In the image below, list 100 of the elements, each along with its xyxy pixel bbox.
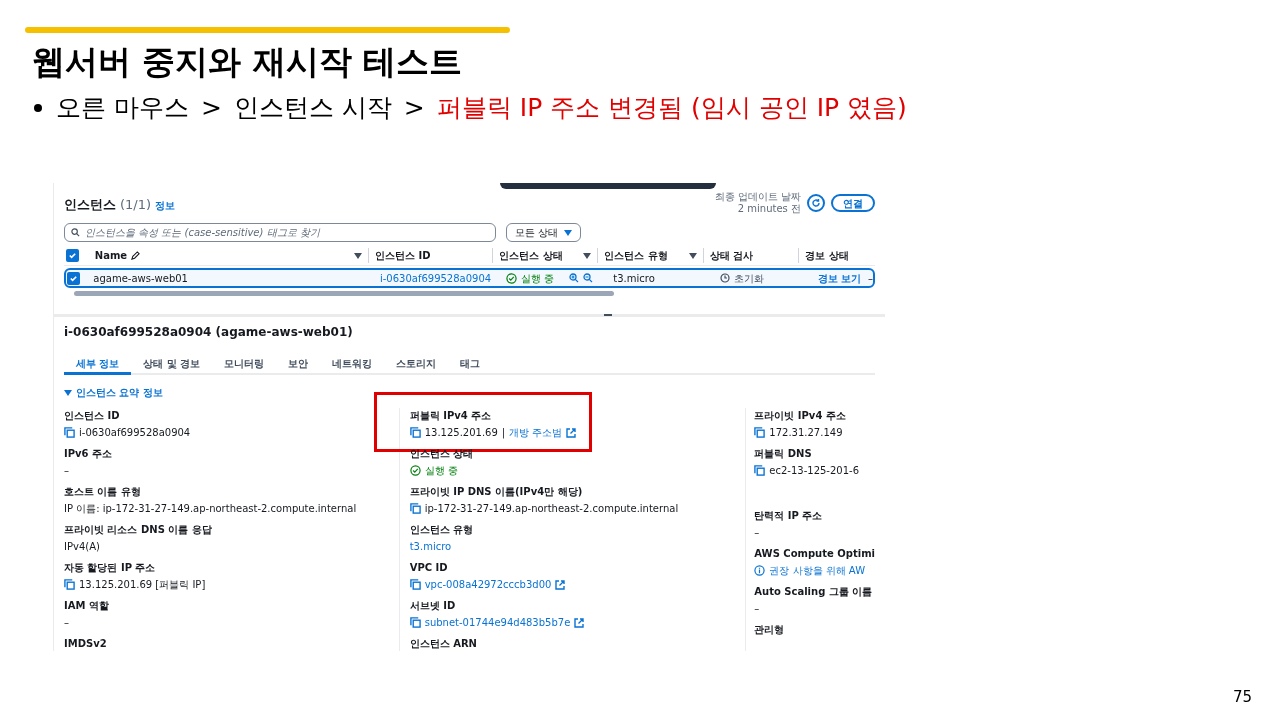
copy-icon[interactable] <box>409 617 421 628</box>
bullet-text: > <box>403 92 425 124</box>
field-label: AWS Compute Optimi <box>754 547 875 561</box>
copy-icon[interactable] <box>409 503 421 514</box>
resize-handle[interactable] <box>604 314 612 316</box>
sort-icon[interactable] <box>353 252 362 259</box>
info-link[interactable]: 정보 <box>155 198 176 213</box>
copy-icon[interactable] <box>64 579 75 590</box>
field-link[interactable]: 권장 사항을 위해 AW <box>769 563 866 578</box>
bullet-text: 오른 마우스 <box>56 92 189 124</box>
search-icon <box>71 228 80 237</box>
field-link[interactable]: vpc-008a42972cccb3d00 <box>424 577 552 592</box>
sort-icon[interactable] <box>583 252 592 259</box>
page-number: 75 <box>1232 686 1252 708</box>
info-link[interactable]: 정보 <box>143 385 164 400</box>
field-value: – <box>64 616 70 630</box>
field-label: VPC ID <box>409 561 449 575</box>
checkbox[interactable] <box>67 271 80 285</box>
copy-icon[interactable] <box>409 579 421 590</box>
tab[interactable]: 보안 <box>276 355 321 375</box>
refresh-icon <box>811 198 821 208</box>
clock-icon <box>720 273 731 283</box>
bullet-text: > <box>200 92 222 124</box>
field-value: i-0630af699528a0904 <box>79 426 191 440</box>
expand-caret-icon[interactable] <box>64 389 72 396</box>
field-value: IPv4(A) <box>64 540 101 554</box>
list-title: 인스턴스 <box>64 196 116 214</box>
instance-id-link[interactable]: i-0630af699528a0904 <box>373 270 501 286</box>
column-header[interactable]: 상태 검사 <box>709 248 754 263</box>
sort-icon[interactable] <box>688 252 697 259</box>
field-label: 탄력적 IP 주소 <box>754 509 824 523</box>
copy-icon[interactable] <box>754 465 766 476</box>
slide-title: 웹서버 중지와 재시작 테스트 <box>32 41 464 83</box>
table-cell-text: 초기화 <box>734 271 765 286</box>
tab[interactable]: 상태 및 경보 <box>131 355 213 375</box>
caret-icon <box>564 229 573 236</box>
check-circle-icon <box>506 272 518 284</box>
field-label: 관리형 <box>754 623 786 637</box>
detail-title: i-0630af699528a0904 (agame-aws-web01) <box>64 324 354 341</box>
refresh-button[interactable] <box>807 194 825 212</box>
field-value: – <box>754 526 761 540</box>
bullet-icon <box>34 104 42 112</box>
field-value: 13.125.201.69 [퍼블릭 IP] <box>79 578 206 592</box>
table-cell-text: t3.micro <box>612 271 656 286</box>
field-label: 인스턴스 ARN <box>409 637 478 651</box>
field-label: IMDSv2 <box>64 637 108 651</box>
column-header[interactable]: 인스턴스 ID <box>374 248 431 263</box>
field-label: 자동 할당된 IP 주소 <box>64 561 157 575</box>
status-text: 실행 중 <box>424 464 458 478</box>
field-label: 퍼블릭 IPv4 주소 <box>409 409 493 423</box>
tab[interactable]: 태그 <box>448 355 493 375</box>
table-row[interactable]: agame-aws-web01 i-0630af699528a0904 실행 중 t3.micro 초기화 경보 보기 – <box>64 268 875 288</box>
field-label: 프라이빗 IPv4 주소 <box>754 409 847 423</box>
field-label: Auto Scaling 그룹 이름 <box>754 585 874 599</box>
bullet-text: 인스턴스 시작 <box>233 92 392 124</box>
field-label: 서브넷 ID <box>409 599 457 613</box>
section-title[interactable]: 인스턴스 요약 <box>76 385 140 400</box>
field-label: IPv6 주소 <box>64 447 113 461</box>
highlight-text: 퍼블릭 IP 주소 변경됨 (임시 공인 IP 였음) <box>436 92 907 124</box>
field-value: ec2-13-125-201-6 <box>769 464 860 478</box>
field-value: 172.31.27.149 <box>769 426 843 440</box>
tab[interactable]: 네트워킹 <box>320 355 385 375</box>
check-circle-icon <box>409 465 421 476</box>
separator-text: | <box>501 426 506 440</box>
external-link-icon <box>566 427 577 438</box>
zoom-in-icon[interactable] <box>568 273 579 283</box>
field-label: 인스턴스 유형 <box>409 523 475 537</box>
copy-icon[interactable] <box>64 427 75 438</box>
tab[interactable]: 모니터링 <box>212 355 277 375</box>
field-label: 호스트 이름 유형 <box>64 485 142 499</box>
updated-label: 최종 업데이트 날짜 <box>714 191 801 203</box>
status-filter[interactable]: 모든 상태 <box>506 223 582 242</box>
zoom-out-icon[interactable] <box>582 273 593 283</box>
copy-icon[interactable] <box>754 427 766 438</box>
column-header[interactable]: 인스턴스 상태 <box>499 248 563 263</box>
field-link[interactable]: subnet-01744e94d483b5b7e <box>424 615 571 630</box>
field-link[interactable]: t3.micro <box>409 539 746 554</box>
field-label: 프라이빗 리소스 DNS 이름 응답 <box>64 523 213 537</box>
column-header[interactable]: 인스턴스 유형 <box>604 248 668 263</box>
tab[interactable]: 스토리지 <box>384 355 449 375</box>
pencil-icon <box>131 251 141 260</box>
field-value: IP 이름: ip-172-31-27-149.ap-northeast-2.compute.internal <box>64 502 358 516</box>
field-value: – <box>64 464 70 478</box>
connect-button[interactable]: 연결 <box>831 194 875 212</box>
tab[interactable]: 세부 정보 <box>64 355 132 375</box>
check-icon <box>68 251 77 260</box>
open-address-link[interactable]: 개방 주소범 <box>509 425 563 440</box>
search-field[interactable]: 인스턴스을 속성 또는 (case-sensitive) 태그로 찾기 <box>64 223 496 242</box>
list-count: (1/1) <box>120 196 152 214</box>
table-cell-text: agame-aws-web01 <box>92 271 189 286</box>
view-alarms-link[interactable]: 경보 보기 <box>811 270 868 286</box>
field-label: IAM 역할 <box>64 599 110 613</box>
column-header[interactable]: 경보 상태 <box>805 248 849 263</box>
external-link-icon <box>555 579 566 590</box>
column-header[interactable]: Name <box>94 248 128 263</box>
external-link-icon <box>574 617 585 628</box>
field-label: 인스턴스 ID <box>64 409 121 423</box>
checkbox[interactable] <box>66 249 79 262</box>
copy-icon[interactable] <box>409 427 421 438</box>
field-label: 퍼블릭 DNS <box>754 447 813 461</box>
